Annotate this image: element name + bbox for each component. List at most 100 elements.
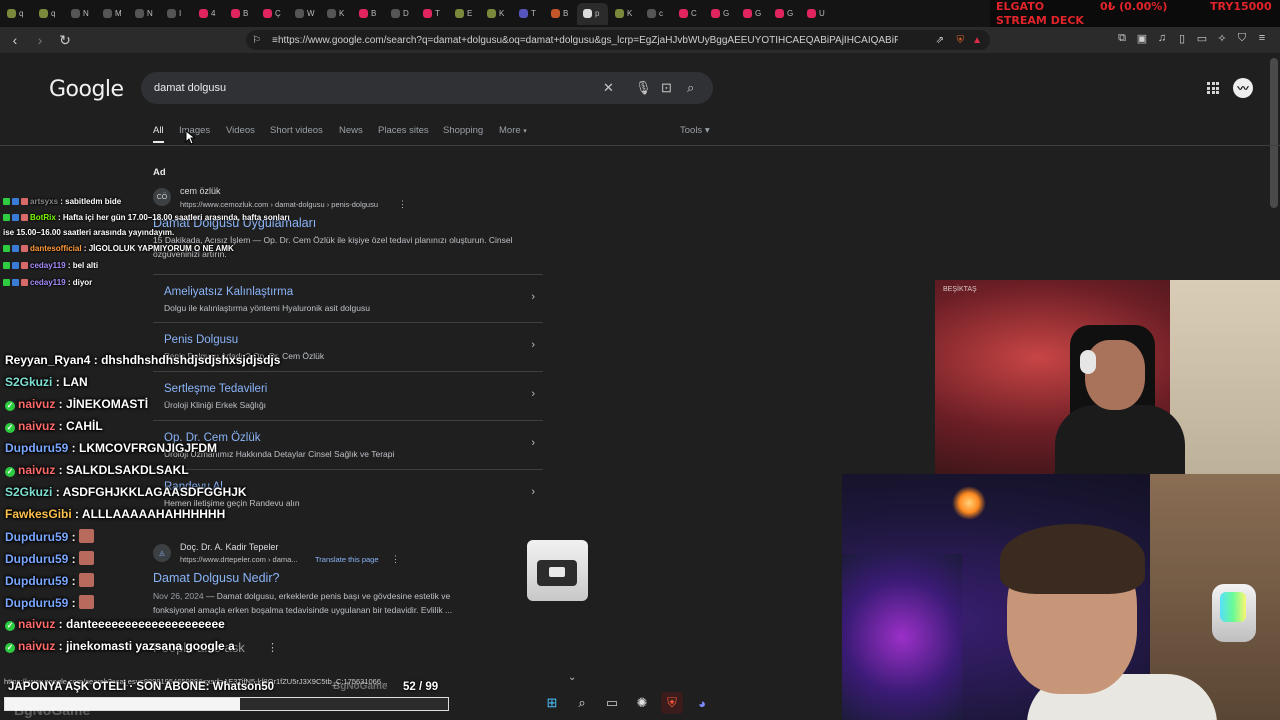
sitelink[interactable]: Sertleşme Tedavileri Üroloji Kliniği Erk… xyxy=(153,371,543,419)
bookmark-icon[interactable]: ⚐ xyxy=(252,35,261,46)
browser-tab[interactable]: N xyxy=(65,3,96,25)
browser-tab[interactable]: q xyxy=(33,3,64,25)
taskbar-search-icon[interactable]: ⌕ xyxy=(571,692,593,714)
google-apps-icon[interactable] xyxy=(1207,82,1219,94)
media-icon[interactable]: ♫ xyxy=(1156,32,1168,45)
tab-places-sites[interactable]: Places sites xyxy=(378,125,429,136)
organic-more-icon[interactable]: ⋮ xyxy=(391,554,400,565)
tab-news[interactable]: News xyxy=(339,125,363,136)
browser-tab[interactable]: K xyxy=(481,3,512,25)
page-scrollbar[interactable] xyxy=(1270,58,1278,208)
sitelink-title[interactable]: Ameliyatsız Kalınlaştırma xyxy=(164,286,293,298)
reload-icon[interactable]: ↻ xyxy=(55,30,75,50)
chat-username[interactable]: naivuz xyxy=(18,617,55,631)
browser-tab[interactable]: B xyxy=(353,3,384,25)
browser-tab[interactable]: D xyxy=(385,3,416,25)
menu-icon[interactable]: ≡ xyxy=(1256,32,1268,45)
browser-tab[interactable]: K xyxy=(321,3,352,25)
ad-site-name[interactable]: cem özlük xyxy=(180,186,221,196)
address-bar[interactable]: ⚐ ≡ https://www.google.com/search?q=dama… xyxy=(246,30,990,50)
organic-site-name[interactable]: Doç. Dr. A. Kadir Tepeler xyxy=(180,542,278,552)
browser-tab[interactable]: c xyxy=(641,3,672,25)
chat-username[interactable]: naivuz xyxy=(18,463,55,477)
chevron-down-icon[interactable]: ⌄ xyxy=(568,672,576,683)
lens-icon[interactable]: ⊡ xyxy=(661,80,672,96)
sidebar-icon[interactable]: ▯ xyxy=(1176,32,1188,45)
brave-icon[interactable]: ⛨ xyxy=(661,692,683,714)
account-avatar[interactable]: 〰 xyxy=(1233,78,1253,98)
file-explorer-icon[interactable]: ▭ xyxy=(601,692,623,714)
extensions-icon[interactable]: ⧉ xyxy=(1116,32,1128,45)
browser-tab[interactable]: Ç xyxy=(257,3,288,25)
search-query[interactable]: damat dolgusu xyxy=(154,82,226,94)
chat-username[interactable]: Reyyan_Ryan4 xyxy=(5,353,90,367)
browser-tab[interactable]: G xyxy=(769,3,800,25)
browser-tab[interactable]: q xyxy=(1,3,32,25)
back-icon[interactable]: ‹ xyxy=(5,30,25,50)
browser-tab[interactable]: W xyxy=(289,3,320,25)
organic-thumbnail[interactable] xyxy=(527,540,588,601)
browser-tab[interactable]: T xyxy=(417,3,448,25)
browser-tab[interactable]: B xyxy=(225,3,256,25)
sitelink-title[interactable]: Sertleşme Tedavileri xyxy=(164,383,267,395)
wallet-icon[interactable]: ▭ xyxy=(1196,32,1208,45)
browser-tab[interactable]: I xyxy=(161,3,192,25)
leo-ai-icon[interactable]: ✧ xyxy=(1216,32,1228,45)
chat-username[interactable]: Dupduru59 xyxy=(5,530,68,544)
ad-site-url[interactable]: https://www.cemozluk.com › damat-dolgusu… xyxy=(180,200,378,209)
browser-tab[interactable]: 4 xyxy=(193,3,224,25)
discord-icon[interactable]: ◕ xyxy=(691,692,713,714)
windows-logo-icon[interactable]: ⊞ xyxy=(541,692,563,714)
screenshot-icon[interactable]: ▣ xyxy=(1136,32,1148,45)
chat-username[interactable]: naivuz xyxy=(18,419,55,433)
chat-username[interactable]: Dupduru59 xyxy=(5,596,68,610)
chat-username[interactable]: BotRix xyxy=(30,213,56,222)
browser-tab[interactable]: G xyxy=(737,3,768,25)
tools-button[interactable]: Tools ▾ xyxy=(680,125,710,136)
chat-username[interactable]: naivuz xyxy=(18,397,55,411)
ad-more-icon[interactable]: ⋮ xyxy=(398,199,407,210)
google-logo[interactable]: Google xyxy=(49,77,124,102)
brave-rewards-icon[interactable]: ▲ xyxy=(972,35,982,46)
chat-username[interactable]: ceday119 xyxy=(30,261,66,270)
browser-tab[interactable]: E xyxy=(449,3,480,25)
chat-username[interactable]: Dupduru59 xyxy=(5,552,68,566)
chat-username[interactable]: naivuz xyxy=(18,639,55,653)
voice-search-icon[interactable]: 🎙 xyxy=(635,80,652,96)
browser-tab[interactable]: B xyxy=(545,3,576,25)
browser-tab[interactable]: C xyxy=(673,3,704,25)
chat-username[interactable]: FawkesGibi xyxy=(5,507,72,521)
chat-username[interactable]: S2Gkuzi xyxy=(5,375,52,389)
chatgpt-icon[interactable]: ✺ xyxy=(631,692,653,714)
browser-tab[interactable]: M xyxy=(97,3,128,25)
tab-videos[interactable]: Videos xyxy=(226,125,255,136)
chat-username[interactable]: Dupduru59 xyxy=(5,441,68,455)
organic-site-url[interactable]: https://www.drtepeler.com › dama... xyxy=(180,555,298,564)
chat-username[interactable]: Dupduru59 xyxy=(5,574,68,588)
site-info-icon[interactable]: ≡ xyxy=(272,35,278,46)
browser-tab[interactable]: K xyxy=(609,3,640,25)
ask-more-icon[interactable]: ⋮ xyxy=(267,641,278,654)
browser-tab[interactable]: N xyxy=(129,3,160,25)
organic-title[interactable]: Damat Dolgusu Nedir? xyxy=(153,571,279,585)
browser-tab[interactable]: G xyxy=(705,3,736,25)
translate-link[interactable]: Translate this page xyxy=(315,555,379,564)
chat-username[interactable]: artsyxs xyxy=(30,197,58,206)
tab-shopping[interactable]: Shopping xyxy=(443,125,483,136)
browser-tab[interactable]: p xyxy=(577,2,608,25)
tab-all[interactable]: All xyxy=(153,125,164,136)
search-input[interactable]: damat dolgusu ✕ 🎙 ⊡ ⌕ xyxy=(141,72,713,104)
tab-more[interactable]: More ▾ xyxy=(499,125,527,136)
sitelink-title[interactable]: Penis Dolgusu xyxy=(164,334,238,346)
clear-icon[interactable]: ✕ xyxy=(603,80,614,96)
search-icon[interactable]: ⌕ xyxy=(687,80,694,96)
tab-short-videos[interactable]: Short videos xyxy=(270,125,323,136)
chat-username[interactable]: ceday119 xyxy=(30,278,66,287)
vpn-icon[interactable]: ⛉ xyxy=(1236,32,1248,45)
forward-icon[interactable]: › xyxy=(30,30,50,50)
sitelink[interactable]: Ameliyatsız Kalınlaştırma Dolgu ile kalı… xyxy=(153,274,543,322)
share-icon[interactable]: ⇗ xyxy=(936,35,944,46)
url-text[interactable]: https://www.google.com/search?q=damat+do… xyxy=(278,35,898,46)
chat-username[interactable]: S2Gkuzi xyxy=(5,485,52,499)
browser-tab[interactable]: T xyxy=(513,3,544,25)
